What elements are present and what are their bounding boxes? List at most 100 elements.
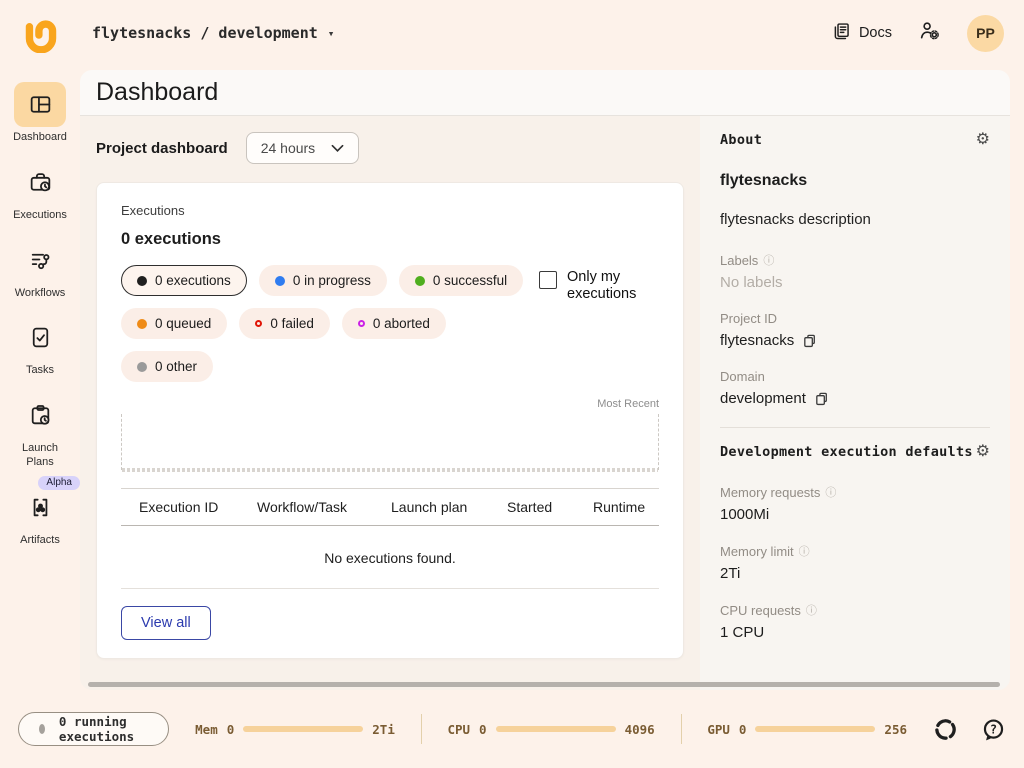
sparkline-baseline <box>122 468 658 472</box>
table-header-row: Execution ID Workflow/Task Launch plan S… <box>121 489 659 525</box>
filter-chip-aborted[interactable]: 0 aborted <box>342 308 446 339</box>
project-domain-switcher[interactable]: flytesnacks / development ▾ <box>92 24 334 42</box>
defaults-settings-gear-icon[interactable]: ⚙ <box>976 444 990 460</box>
horizontal-scrollbar[interactable] <box>88 682 1000 687</box>
execution-defaults-title: Development execution defaults <box>720 444 973 460</box>
cpu-meter-bar <box>496 726 616 732</box>
info-icon: ⓘ <box>763 252 774 268</box>
project-description: flytesnacks description <box>720 211 990 228</box>
refresh-button[interactable] <box>933 717 958 742</box>
executions-icon <box>14 160 66 205</box>
project-id-value: flytesnacks <box>720 332 794 349</box>
breadcrumb: flytesnacks / development <box>92 24 318 42</box>
status-dot <box>275 276 285 286</box>
executions-sparkline <box>121 414 659 470</box>
artifacts-icon: Alpha <box>14 485 66 530</box>
sidebar-item-label: Launch Plans <box>9 442 71 470</box>
launch-plans-icon <box>14 393 66 438</box>
col-started: Started <box>507 499 593 515</box>
memory-requests-value: 1000Mi <box>720 506 990 523</box>
status-dot <box>358 320 365 327</box>
sidebar-item-artifacts[interactable]: Alpha Artifacts <box>2 485 78 548</box>
status-dot <box>137 362 147 372</box>
project-name: flytesnacks <box>720 172 990 190</box>
tasks-icon <box>14 315 66 360</box>
statusbar: 0 running executions Mem 0 2Ti CPU 0 409… <box>0 690 1024 768</box>
user-gear-icon <box>918 19 941 47</box>
sidebar-item-label: Tasks <box>26 364 54 378</box>
only-my-executions-checkbox[interactable] <box>539 271 557 289</box>
status-dot <box>137 319 147 329</box>
memory-meter: Mem 0 2Ti <box>195 722 395 737</box>
col-launch-plan: Launch plan <box>391 499 507 515</box>
status-dot <box>415 276 425 286</box>
executions-card: Executions 0 executions 0 executions 0 i… <box>96 182 684 659</box>
sidebar-item-launch-plans[interactable]: Launch Plans <box>2 393 78 470</box>
info-icon: ⓘ <box>806 602 817 618</box>
help-button[interactable]: ? <box>981 717 1006 742</box>
user-admin-button[interactable] <box>918 19 941 47</box>
sidebar: Dashboard Executions Workflows <box>0 66 80 690</box>
executions-table: Execution ID Workflow/Task Launch plan S… <box>121 488 659 526</box>
status-dot <box>137 276 147 286</box>
filter-chip-other[interactable]: 0 other <box>121 351 213 382</box>
gpu-meter-label: GPU <box>707 722 730 737</box>
info-icon: ⓘ <box>799 543 810 559</box>
cpu-meter-label: CPU <box>447 722 470 737</box>
topbar: flytesnacks / development ▾ Docs <box>0 0 1024 66</box>
section-title: Project dashboard <box>96 140 228 157</box>
info-icon: ⓘ <box>825 484 836 500</box>
union-logo <box>20 13 62 53</box>
sidebar-item-label: Dashboard <box>13 131 67 145</box>
memory-meter-label: Mem <box>195 722 218 737</box>
col-execution-id: Execution ID <box>139 499 257 515</box>
domain-label: Domain <box>720 369 765 384</box>
dashboard-icon <box>14 82 66 127</box>
docs-label: Docs <box>859 25 892 41</box>
gpu-meter: GPU 0 256 <box>707 722 907 737</box>
sidebar-item-executions[interactable]: Executions <box>2 160 78 223</box>
project-settings-gear-icon[interactable]: ⚙ <box>976 132 990 148</box>
help-icon: ? <box>981 717 1006 742</box>
memory-requests-label: Memory requests <box>720 485 820 500</box>
chevron-down-icon: ▾ <box>328 27 335 40</box>
copy-icon[interactable] <box>814 391 829 406</box>
running-executions-label: 0 running executions <box>59 714 148 744</box>
filter-chip-successful[interactable]: 0 successful <box>399 265 523 296</box>
empty-state-message: No executions found. <box>121 526 659 588</box>
dashboard-content: Project dashboard 24 hours Executions 0 … <box>80 116 700 690</box>
memory-meter-current: 0 <box>227 722 235 737</box>
workflows-icon <box>14 238 66 283</box>
avatar-initials: PP <box>976 25 995 41</box>
about-panel: About ⚙ flytesnacks flytesnacks descript… <box>700 116 1010 690</box>
filter-chip-failed[interactable]: 0 failed <box>239 308 330 339</box>
chevron-down-icon <box>331 144 344 153</box>
sidebar-item-label: Artifacts <box>20 534 60 548</box>
sidebar-item-dashboard[interactable]: Dashboard <box>2 82 78 145</box>
about-title: About <box>720 132 762 148</box>
filter-chip-executions[interactable]: 0 executions <box>121 265 247 296</box>
copy-icon[interactable] <box>802 333 817 348</box>
filter-chip-queued[interactable]: 0 queued <box>121 308 227 339</box>
page-header: Dashboard <box>80 70 1010 116</box>
memory-meter-bar <box>243 726 363 732</box>
memory-limit-value: 2Ti <box>720 565 990 582</box>
refresh-icon <box>933 717 958 742</box>
running-executions-pill[interactable]: 0 running executions <box>18 712 169 746</box>
card-label: Executions <box>121 203 659 218</box>
divider <box>681 714 682 744</box>
svg-text:?: ? <box>990 722 997 736</box>
cpu-meter-max: 4096 <box>625 722 655 737</box>
filter-chip-in-progress[interactable]: 0 in progress <box>259 265 387 296</box>
avatar[interactable]: PP <box>967 15 1004 52</box>
execution-filters: 0 executions 0 in progress 0 successful <box>121 265 539 382</box>
cpu-requests-value: 1 CPU <box>720 624 990 641</box>
col-runtime: Runtime <box>593 499 673 515</box>
sidebar-item-label: Workflows <box>15 287 66 301</box>
sidebar-item-tasks[interactable]: Tasks <box>2 315 78 378</box>
docs-button[interactable]: Docs <box>831 21 892 46</box>
only-my-executions-label: Only my executions <box>567 269 659 304</box>
view-all-button[interactable]: View all <box>121 606 211 640</box>
time-range-select[interactable]: 24 hours <box>246 132 359 164</box>
sidebar-item-workflows[interactable]: Workflows <box>2 238 78 301</box>
